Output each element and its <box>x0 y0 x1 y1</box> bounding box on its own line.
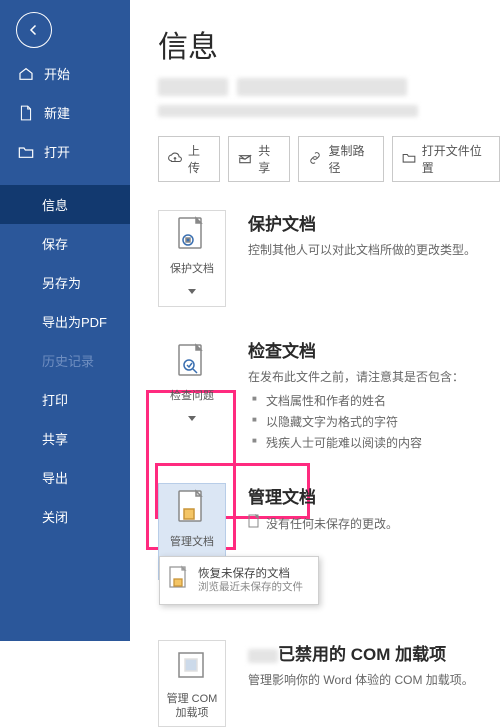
inspect-icon <box>171 342 213 384</box>
sidebar-item-new[interactable]: 新建 <box>0 93 130 132</box>
new-doc-icon <box>18 105 34 121</box>
inspect-issues-tile[interactable]: 检查问题 <box>158 337 226 453</box>
sidebar-item-label: 另存为 <box>42 273 81 292</box>
inspect-section: 检查问题 检查文档 在发布此文件之前，请注意其是否包含： 文档属性和作者的姓名 … <box>158 337 500 453</box>
folder-open-icon <box>402 152 416 167</box>
protect-icon <box>171 215 213 257</box>
backstage-sidebar: 开始 新建 打开 信息 保存 另存为 导出为PDF 历史记录 打印 共享 导出 … <box>0 0 130 641</box>
sidebar-item-label: 共享 <box>42 429 68 448</box>
upload-button[interactable]: 上传 <box>158 136 220 182</box>
tile-label: 保护文档 <box>170 263 214 276</box>
chevron-down-icon <box>188 282 196 300</box>
manage-doc-icon <box>171 488 213 530</box>
sidebar-item-history: 历史记录 <box>0 341 130 380</box>
doc-filename <box>158 78 500 100</box>
tile-label: 管理 COM 加载项 <box>161 693 223 719</box>
sidebar-item-save[interactable]: 保存 <box>0 224 130 263</box>
inspect-lead: 在发布此文件之前，请注意其是否包含： <box>248 368 464 386</box>
protect-heading: 保护文档 <box>248 210 476 235</box>
tile-label: 检查问题 <box>170 390 214 403</box>
manage-desc: 没有任何未保存的更改。 <box>266 515 398 533</box>
sidebar-item-label: 新建 <box>44 103 70 122</box>
sidebar-item-label: 历史记录 <box>42 351 94 370</box>
sidebar-item-label: 信息 <box>42 195 68 214</box>
dropdown-title: 恢复未保存的文档 <box>198 565 303 581</box>
protect-section: 保护文档 保护文档 控制其他人可以对此文档所做的更改类型。 <box>158 210 500 307</box>
sidebar-item-label: 打开 <box>44 142 70 161</box>
share-icon <box>238 152 252 167</box>
com-heading: 已禁用的 COM 加载项 <box>248 640 474 665</box>
protect-desc: 控制其他人可以对此文档所做的更改类型。 <box>248 241 476 259</box>
chevron-down-icon <box>188 409 196 427</box>
inspect-heading: 检查文档 <box>248 337 464 362</box>
sidebar-item-close[interactable]: 关闭 <box>0 497 130 536</box>
manage-com-addins-tile[interactable]: 管理 COM 加载项 <box>158 640 226 726</box>
recover-unsaved-item[interactable]: 恢复未保存的文档 浏览最近未保存的文件 <box>160 561 318 600</box>
sidebar-item-open[interactable]: 打开 <box>0 132 130 171</box>
sidebar-item-saveas[interactable]: 另存为 <box>0 263 130 302</box>
com-addins-section: 管理 COM 加载项 已禁用的 COM 加载项 管理影响你的 Word 体验的 … <box>158 640 500 726</box>
sidebar-item-share[interactable]: 共享 <box>0 419 130 458</box>
sidebar-item-home[interactable]: 开始 <box>0 54 130 93</box>
addins-icon <box>171 645 213 687</box>
manage-document-tile[interactable]: 管理文档 恢复未保存的文档 浏览最近未保存的文件 <box>158 483 226 580</box>
link-icon <box>308 152 322 167</box>
doc-path <box>158 104 500 120</box>
document-icon <box>248 514 260 533</box>
sidebar-item-print[interactable]: 打印 <box>0 380 130 419</box>
sidebar-item-label: 开始 <box>44 64 70 83</box>
manage-document-dropdown: 恢复未保存的文档 浏览最近未保存的文件 <box>159 556 319 605</box>
inspect-item: 文档属性和作者的姓名 <box>252 390 464 411</box>
protect-document-tile[interactable]: 保护文档 <box>158 210 226 307</box>
sidebar-item-label: 保存 <box>42 234 68 253</box>
inspect-item: 以隐藏文字为格式的字符 <box>252 411 464 432</box>
back-button[interactable] <box>16 12 52 48</box>
dropdown-sub: 浏览最近未保存的文件 <box>198 581 303 594</box>
page-title: 信息 <box>158 22 500 66</box>
com-desc: 管理影响你的 Word 体验的 COM 加载项。 <box>248 671 474 689</box>
recover-doc-icon <box>168 565 190 596</box>
sidebar-item-label: 打印 <box>42 390 68 409</box>
sidebar-item-label: 关闭 <box>42 507 68 526</box>
sidebar-item-export[interactable]: 导出 <box>0 458 130 497</box>
backstage-main: 信息 上传 共享 复制路径 打开文件位置 保护文档 <box>130 0 500 641</box>
share-button[interactable]: 共享 <box>228 136 290 182</box>
action-bar: 上传 共享 复制路径 打开文件位置 <box>158 136 500 182</box>
cloud-upload-icon <box>168 152 182 167</box>
home-icon <box>18 66 34 82</box>
sidebar-item-info[interactable]: 信息 <box>0 185 130 224</box>
tile-label: 管理文档 <box>170 536 214 549</box>
open-location-button[interactable]: 打开文件位置 <box>392 136 500 182</box>
inspect-item: 残疾人士可能难以阅读的内容 <box>252 432 464 453</box>
open-folder-icon <box>18 144 34 160</box>
sidebar-item-label: 导出为PDF <box>42 312 107 331</box>
copy-path-button[interactable]: 复制路径 <box>298 136 383 182</box>
sidebar-item-exportpdf[interactable]: 导出为PDF <box>0 302 130 341</box>
manage-section: 管理文档 恢复未保存的文档 浏览最近未保存的文件 管理文档 没有任何未保存的更改… <box>158 483 500 580</box>
sidebar-item-label: 导出 <box>42 468 68 487</box>
manage-heading: 管理文档 <box>248 483 398 508</box>
